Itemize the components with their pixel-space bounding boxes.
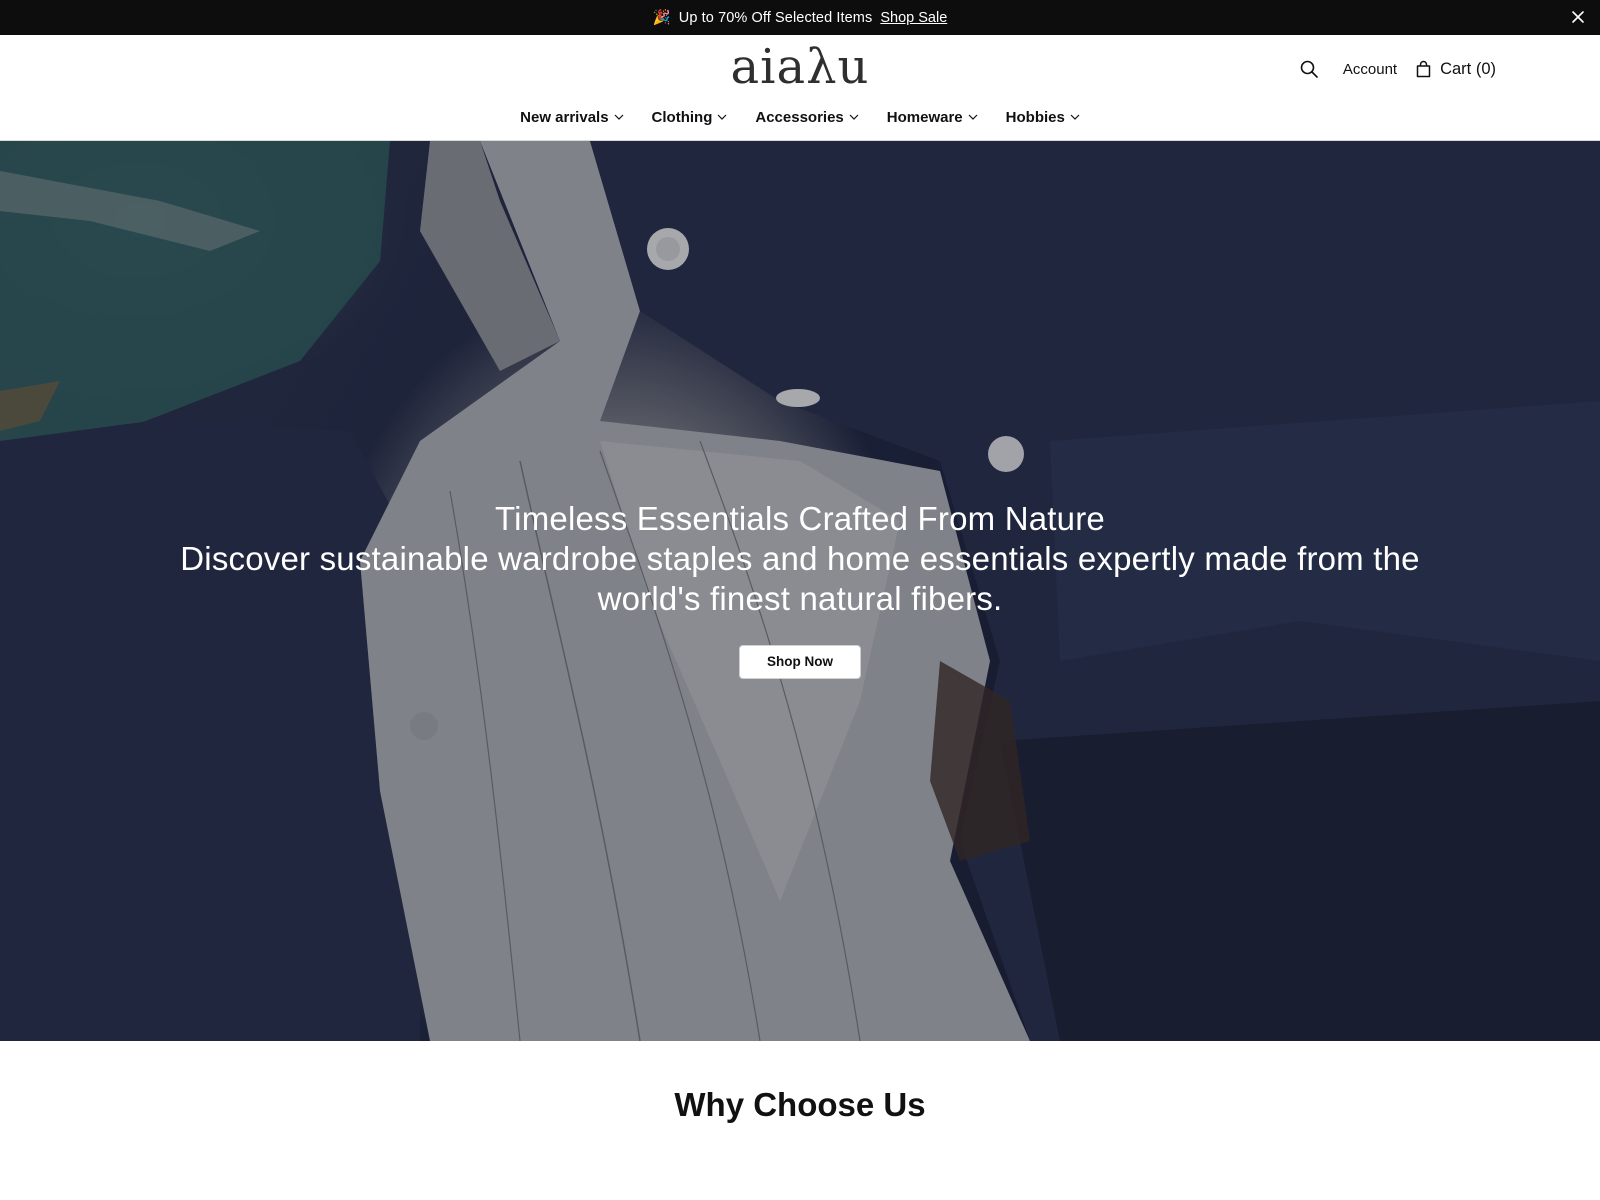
party-emoji: 🎉 bbox=[652, 10, 671, 26]
chevron-down-icon bbox=[1070, 114, 1080, 120]
nav-item-label: Hobbies bbox=[1005, 108, 1065, 126]
hero-subtitle: Discover sustainable wardrobe staples an… bbox=[180, 540, 1420, 617]
page: 🎉 Up to 70% Off Selected Items Shop Sale… bbox=[0, 0, 1600, 1200]
nav-item-label: Clothing bbox=[651, 108, 713, 126]
nav-item-label: Accessories bbox=[755, 108, 844, 126]
chevron-down-icon bbox=[614, 114, 623, 120]
nav-item-hobbies[interactable]: Hobbies bbox=[1006, 105, 1080, 129]
cart-button[interactable]: Cart (0) bbox=[1415, 60, 1496, 79]
header-utilities: Account Cart (0) bbox=[1299, 55, 1496, 83]
cart-label: Cart (0) bbox=[1440, 59, 1496, 78]
nav-item-accessories[interactable]: Accessories bbox=[755, 105, 859, 129]
chevron-down-icon bbox=[849, 114, 859, 120]
site-header: aiaλu Account Cart (0) New arrivals Clot… bbox=[0, 35, 1600, 141]
main-navigation: New arrivals Clothing Accessories Homewa… bbox=[0, 105, 1600, 129]
nav-item-label: New arrivals bbox=[520, 108, 609, 126]
hero-banner: Timeless Essentials Crafted From Nature … bbox=[0, 141, 1600, 1041]
nav-item-new-arrivals[interactable]: New arrivals bbox=[520, 105, 623, 129]
announcement-message: Up to 70% Off Selected Items bbox=[678, 9, 873, 26]
account-link[interactable]: Account bbox=[1343, 61, 1397, 78]
chevron-down-icon bbox=[717, 114, 727, 120]
chevron-down-icon bbox=[968, 114, 978, 120]
shop-now-button[interactable]: Shop Now bbox=[739, 645, 861, 679]
close-icon[interactable] bbox=[1570, 9, 1586, 25]
nav-item-homeware[interactable]: Homeware bbox=[887, 105, 978, 129]
nav-item-clothing[interactable]: Clothing bbox=[652, 105, 728, 129]
nav-item-label: Homeware bbox=[886, 108, 963, 126]
why-choose-us-heading: Why Choose Us bbox=[674, 1086, 926, 1123]
announcement-bar: 🎉 Up to 70% Off Selected Items Shop Sale bbox=[0, 0, 1600, 35]
shop-sale-link[interactable]: Shop Sale bbox=[880, 10, 947, 26]
hero-content: Timeless Essentials Crafted From Nature … bbox=[0, 499, 1600, 679]
search-icon[interactable] bbox=[1299, 59, 1319, 79]
hero-title: Timeless Essentials Crafted From Nature bbox=[495, 500, 1105, 537]
shopping-bag-icon bbox=[1416, 60, 1431, 78]
